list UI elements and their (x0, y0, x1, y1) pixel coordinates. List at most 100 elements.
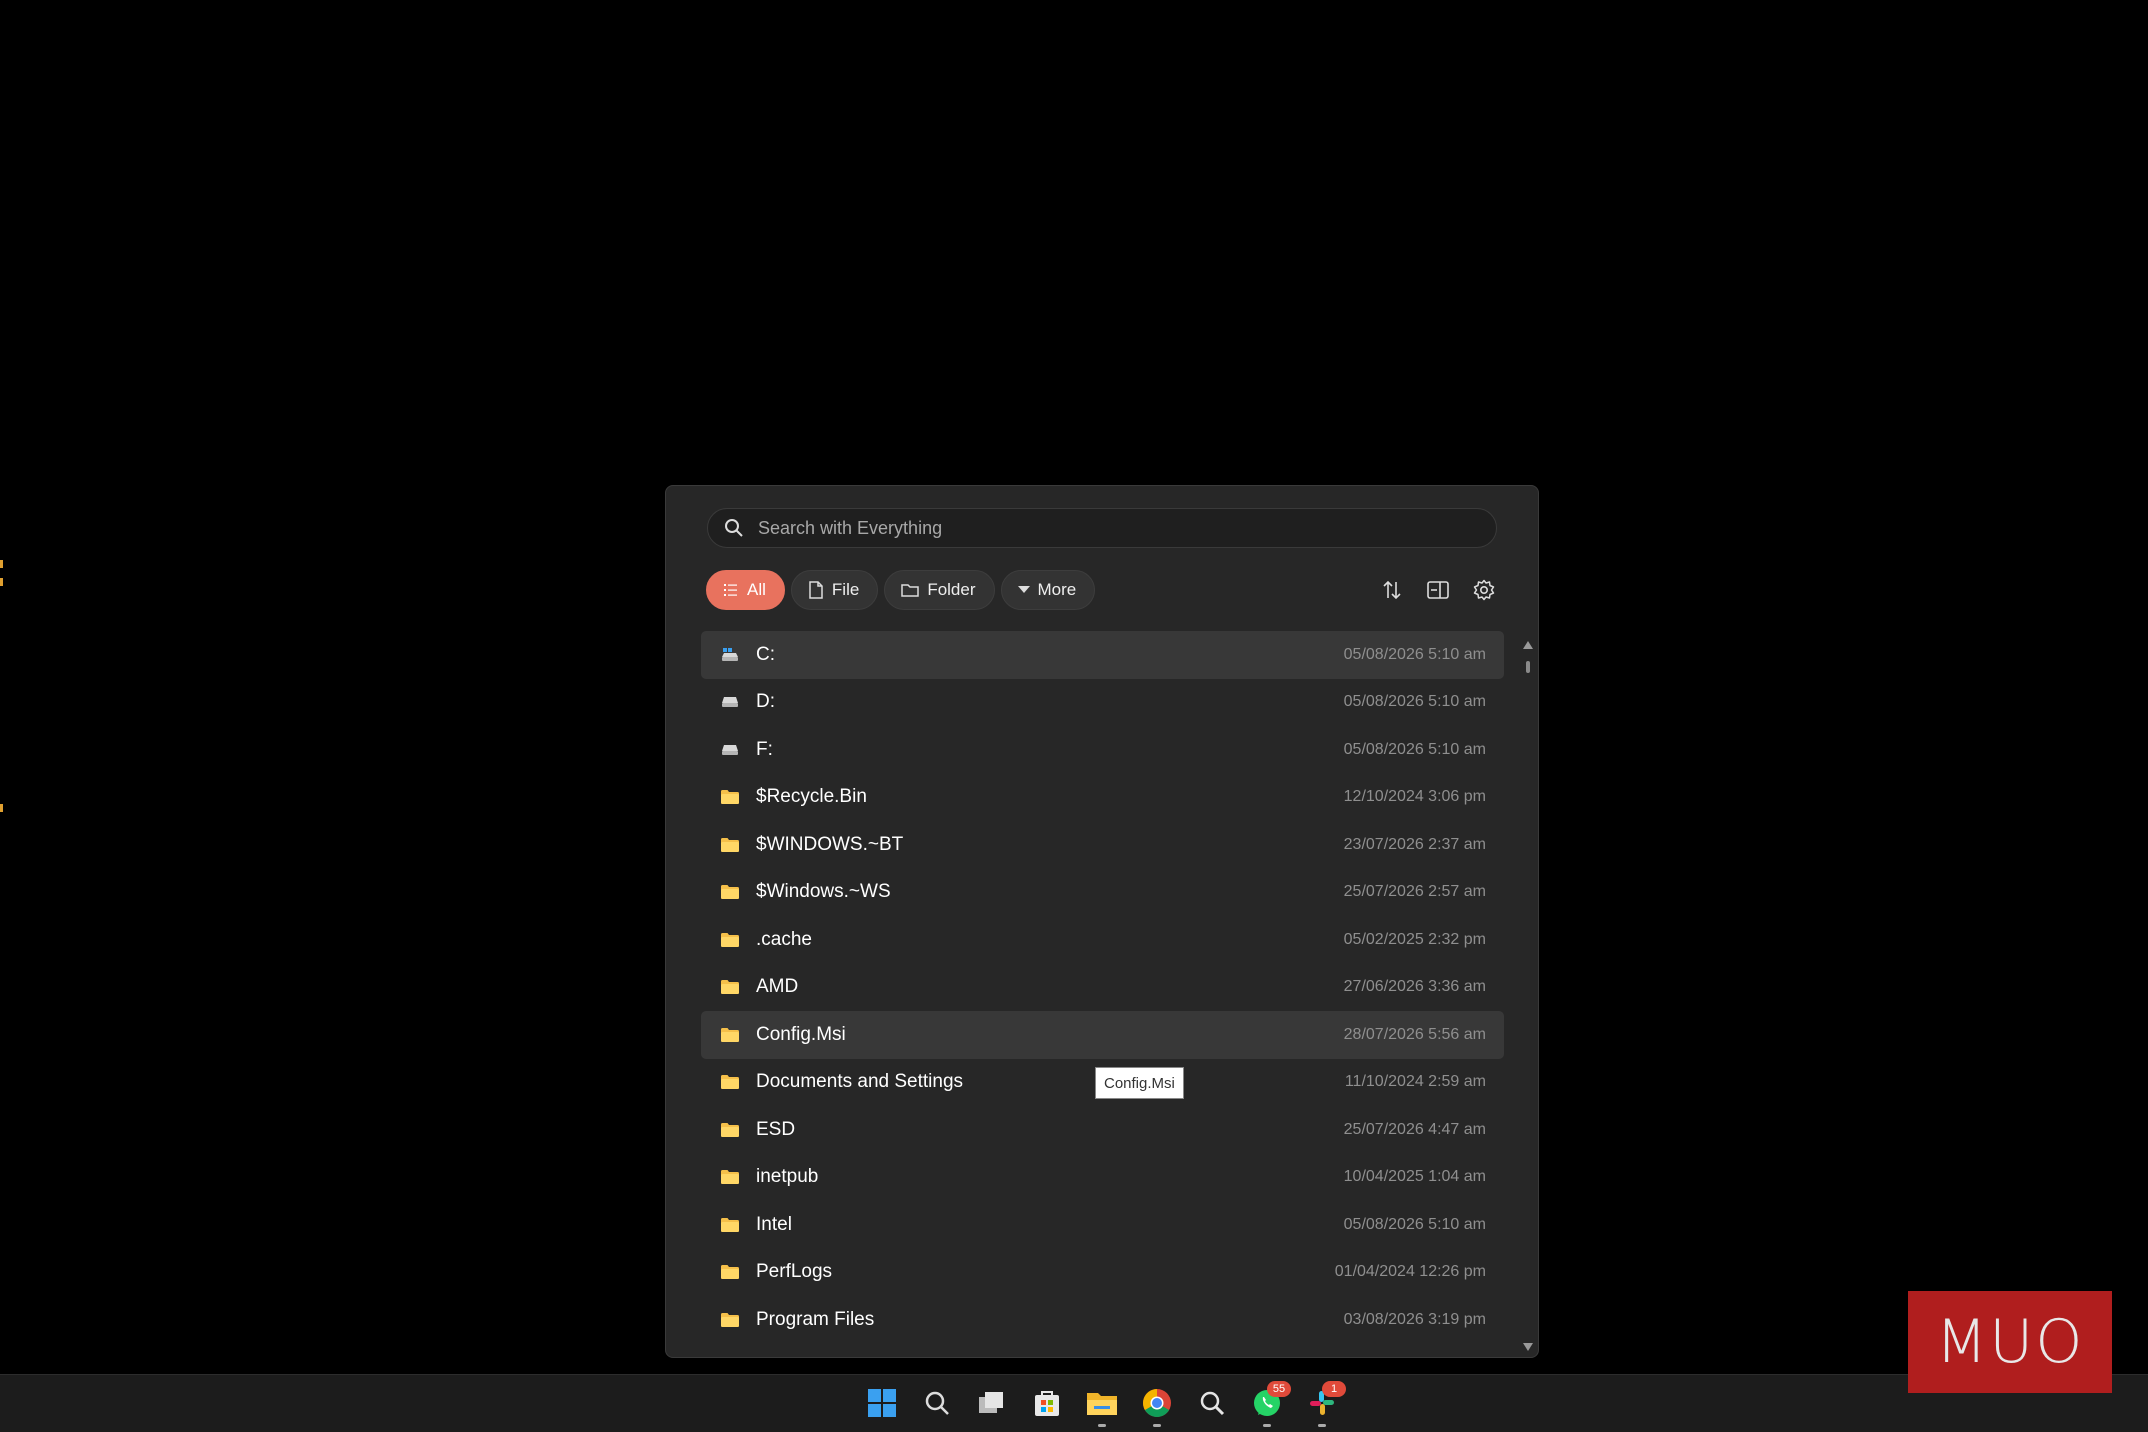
result-row[interactable]: .cache 05/02/2025 2:32 pm (701, 916, 1504, 964)
start-icon (868, 1389, 896, 1417)
filter-all-button[interactable]: All (706, 570, 785, 610)
system-drive-icon (721, 647, 743, 662)
result-date: 05/08/2026 5:10 am (1343, 1215, 1486, 1233)
filter-all-label: All (747, 580, 766, 599)
result-row[interactable]: $Recycle.Bin 12/10/2024 3:06 pm (701, 774, 1504, 822)
settings-button[interactable] (1470, 574, 1498, 606)
result-date: 25/07/2026 2:57 am (1343, 883, 1486, 901)
result-name: .cache (756, 928, 812, 950)
results-list: C: 05/08/2026 5:10 am D: 05/08/2026 5:10 am… (701, 631, 1504, 1344)
folder-icon (721, 932, 743, 947)
folder-icon (721, 885, 743, 900)
search-icon (925, 1391, 949, 1415)
search-icon (725, 519, 743, 537)
everything-search-window: All File Folder More (665, 485, 1539, 1358)
result-name: $WINDOWS.~BT (756, 833, 904, 855)
filter-file-label: File (831, 580, 860, 599)
result-name: F: (756, 738, 773, 760)
everything-search-icon (1200, 1391, 1225, 1416)
result-row[interactable]: $Windows.~WS 25/07/2026 2:57 am (701, 869, 1504, 917)
result-row[interactable]: inetpub 10/04/2025 1:04 am (701, 1154, 1504, 1202)
whatsapp-button[interactable]: 55 (1247, 1381, 1291, 1427)
result-name: Config.Msi (756, 1023, 846, 1045)
result-row[interactable]: Program Files 03/08/2026 3:19 pm (701, 1296, 1504, 1344)
gear-icon (1473, 579, 1495, 601)
sort-icon (1383, 580, 1401, 600)
filter-file-button[interactable]: File (790, 570, 879, 610)
result-name: AMD (756, 976, 799, 998)
store-button[interactable] (1027, 1383, 1067, 1423)
result-name: PerfLogs (756, 1261, 833, 1283)
file-explorer-button[interactable] (1082, 1383, 1122, 1427)
slack-button[interactable]: 1 (1302, 1381, 1346, 1427)
everything-search-button[interactable] (1192, 1383, 1232, 1423)
result-date: 03/08/2026 3:19 pm (1343, 1310, 1486, 1328)
result-date: 05/08/2026 5:10 am (1343, 645, 1486, 663)
result-name: $Recycle.Bin (756, 786, 867, 808)
slack-badge: 1 (1322, 1381, 1346, 1397)
folder-icon (721, 1312, 743, 1327)
file-icon (809, 581, 823, 599)
filter-folder-button[interactable]: Folder (884, 570, 995, 610)
result-date: 25/07/2026 4:47 am (1343, 1120, 1486, 1138)
running-indicator (1318, 1424, 1326, 1427)
store-icon (1035, 1391, 1059, 1416)
result-row[interactable]: $WINDOWS.~BT 23/07/2026 2:37 am (701, 821, 1504, 869)
folder-icon (721, 1075, 743, 1090)
result-row[interactable]: C: 05/08/2026 5:10 am (701, 631, 1504, 679)
search-input[interactable] (756, 516, 1460, 540)
result-date: 23/07/2026 2:37 am (1343, 835, 1486, 853)
result-date: 05/08/2026 5:10 am (1343, 740, 1486, 758)
drive-icon (721, 696, 743, 708)
taskbar: 55 1 (0, 1374, 2148, 1432)
scroll-thumb[interactable] (1526, 661, 1530, 673)
watermark-text: MUO (1935, 1307, 2085, 1377)
filter-bar: All File Folder More (706, 570, 1096, 610)
chrome-icon (1143, 1389, 1171, 1417)
result-name: Documents and Settings (756, 1071, 964, 1093)
result-row[interactable]: Intel 05/08/2026 5:10 am (701, 1201, 1504, 1249)
folder-icon (721, 1265, 743, 1280)
whatsapp-badge: 55 (1267, 1381, 1291, 1397)
desktop-edge-mark (0, 578, 3, 586)
result-date: 10/04/2025 1:04 am (1343, 1168, 1486, 1186)
running-indicator (1098, 1424, 1106, 1427)
result-row[interactable]: AMD 27/06/2026 3:36 am (701, 964, 1504, 1012)
folder-icon (721, 1217, 743, 1232)
result-date: 11/10/2024 2:59 am (1344, 1073, 1486, 1091)
running-indicator (1153, 1424, 1161, 1427)
sort-button[interactable] (1378, 574, 1406, 606)
toolbar (1378, 574, 1498, 606)
result-row[interactable]: F: 05/08/2026 5:10 am (701, 726, 1504, 774)
scroll-down-arrow[interactable] (1523, 1343, 1533, 1351)
task-view-button[interactable] (972, 1383, 1012, 1423)
folder-icon (721, 1027, 743, 1042)
start-button[interactable] (862, 1383, 902, 1423)
folder-icon (901, 584, 920, 597)
result-name: D: (756, 691, 775, 713)
result-name: ESD (756, 1118, 796, 1140)
filter-more-button[interactable]: More (1000, 570, 1096, 610)
preview-pane-icon (1427, 581, 1449, 599)
result-row[interactable]: Config.Msi 28/07/2026 5:56 am (701, 1011, 1504, 1059)
result-date: 28/07/2026 5:56 am (1343, 1025, 1486, 1043)
scroll-up-arrow[interactable] (1523, 641, 1533, 649)
result-row[interactable]: ESD 25/07/2026 4:47 am (701, 1106, 1504, 1154)
folder-icon (721, 837, 743, 852)
result-date: 01/04/2024 12:26 pm (1334, 1263, 1486, 1281)
result-date: 27/06/2026 3:36 am (1343, 978, 1486, 996)
result-row[interactable]: D: 05/08/2026 5:10 am (701, 679, 1504, 727)
chrome-button[interactable] (1137, 1383, 1177, 1427)
search-box[interactable] (707, 508, 1497, 548)
preview-pane-button[interactable] (1424, 574, 1452, 606)
running-indicator (1263, 1424, 1271, 1427)
taskbar-search-button[interactable] (917, 1383, 957, 1423)
desktop-edge-mark (0, 560, 3, 568)
watermark-logo: MUO (1908, 1291, 2112, 1393)
scrollbar[interactable] (1523, 641, 1535, 1351)
folder-icon (721, 980, 743, 995)
result-date: 12/10/2024 3:06 pm (1343, 788, 1486, 806)
result-row[interactable]: PerfLogs 01/04/2024 12:26 pm (701, 1249, 1504, 1297)
tooltip: Config.Msi (1095, 1067, 1184, 1099)
folder-icon (721, 790, 743, 805)
